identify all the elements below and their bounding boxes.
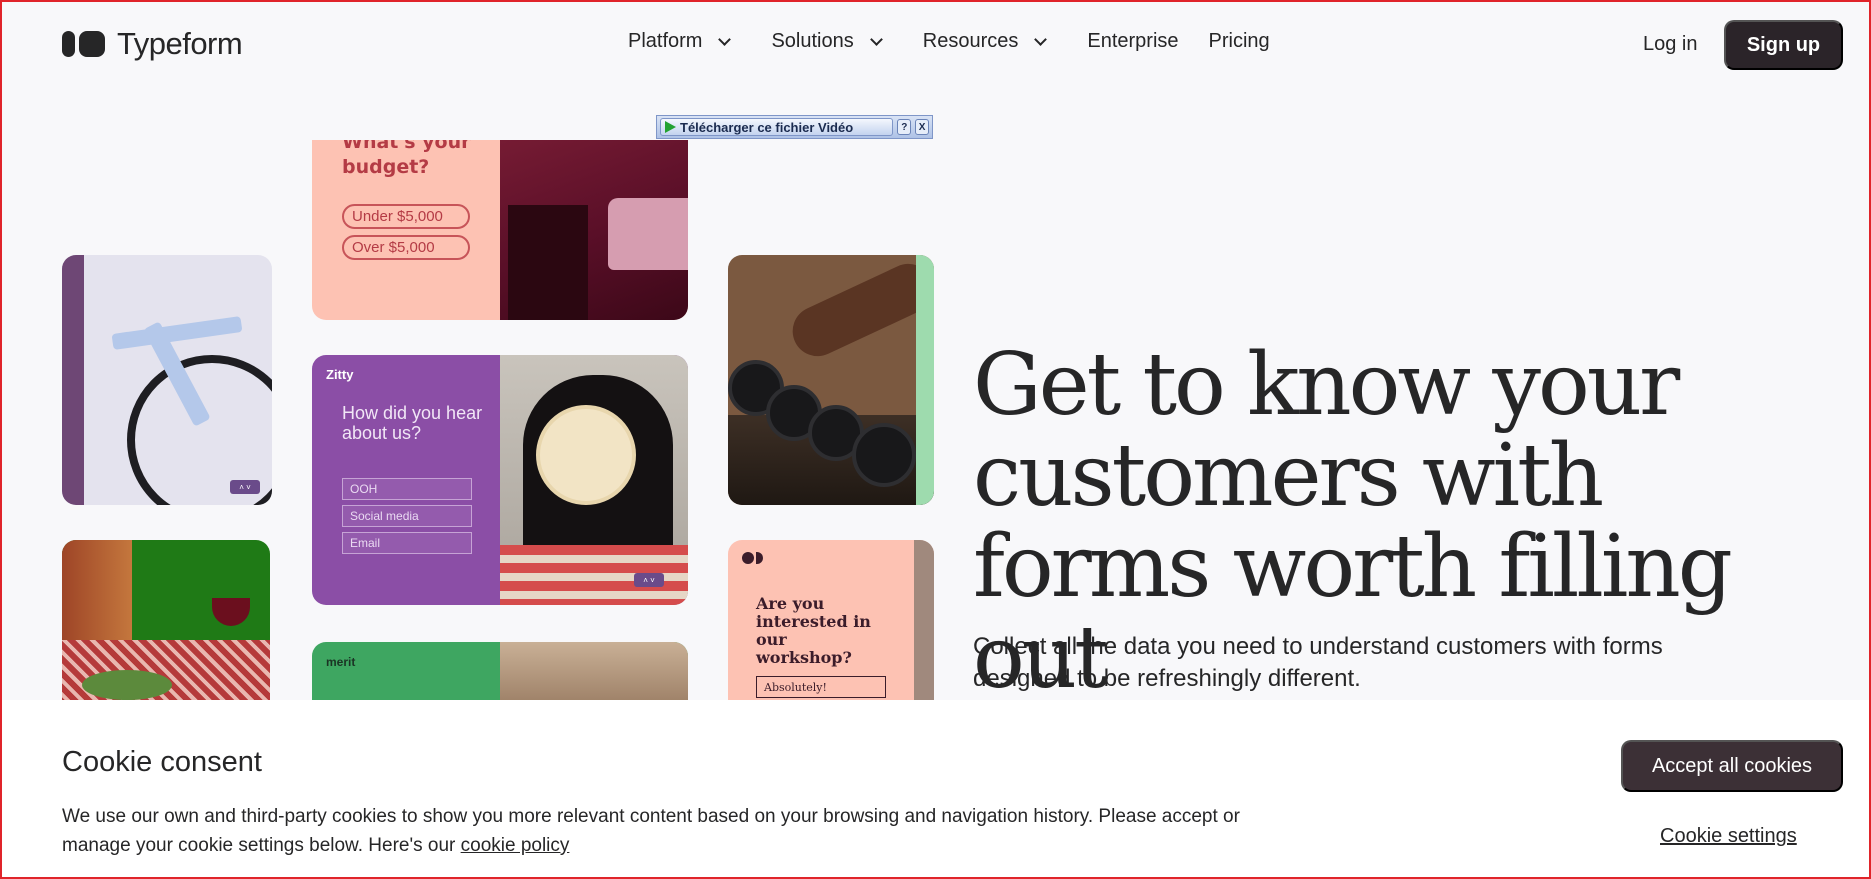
download-video-label: Télécharger ce fichier Vidéo [680, 119, 854, 135]
zitty-form-card: Zitty How did you hear about us? OOH Soc… [312, 355, 688, 605]
picnic-image-card [62, 540, 270, 700]
nav-platform[interactable]: Platform [628, 30, 732, 53]
wine-glass [212, 598, 250, 626]
nav-platform-label: Platform [628, 30, 703, 52]
nav-pricing[interactable]: Pricing [1209, 30, 1270, 53]
chevron-down-icon [1034, 32, 1048, 46]
budget-question: What's your budget? [342, 140, 471, 178]
budget-option: Under $5,000 [342, 204, 470, 229]
chevron-down-icon [869, 32, 883, 46]
workshop-answer: Absolutely! [756, 676, 886, 698]
salad-leaves [82, 670, 172, 700]
cookie-text: We use our own and third-party cookies t… [62, 802, 1262, 860]
close-button[interactable]: X [915, 119, 929, 135]
chevron-down-icon [718, 32, 732, 46]
site-header: Typeform Platform Solutions Resources En… [0, 0, 1871, 90]
cookie-description: We use our own and third-party cookies t… [62, 806, 1240, 856]
coffee-image [500, 642, 688, 700]
main-nav: Platform Solutions Resources Enterprise … [628, 30, 1300, 53]
bike-frame [111, 316, 243, 350]
nav-enterprise-label: Enterprise [1087, 30, 1179, 52]
gym-image-card [728, 255, 934, 505]
budget-form-card: What's your budget? Under $5,000 Over $5… [312, 140, 688, 320]
lollipop-shape [536, 405, 636, 505]
cookie-settings-link[interactable]: Cookie settings [1660, 825, 1797, 848]
dumbbell [852, 423, 916, 487]
video-download-bar: Télécharger ce fichier Vidéo ? X [656, 115, 933, 139]
help-button[interactable]: ? [897, 119, 912, 135]
budget-option: Over $5,000 [342, 235, 470, 260]
download-video-button[interactable]: Télécharger ce fichier Vidéo [660, 118, 894, 136]
card-stripe [916, 255, 934, 505]
typeform-logo[interactable]: Typeform [62, 26, 243, 62]
cookie-title: Cookie consent [62, 746, 262, 778]
card-stripe [62, 255, 84, 505]
bike-image-card: ˄ ˅ [62, 255, 272, 505]
play-icon [665, 121, 676, 133]
form-examples-collage: What's your budget? Under $5,000 Over $5… [62, 140, 934, 700]
merit-form-card: merit [312, 642, 688, 700]
nav-solutions[interactable]: Solutions [771, 30, 883, 53]
zitty-option: OOH [342, 478, 472, 500]
workshop-form-card: Are you interested in our workshop? Abso… [728, 540, 934, 700]
form-nav-arrows: ˄ ˅ [634, 573, 664, 587]
arm-shape [784, 255, 934, 365]
nav-enterprise[interactable]: Enterprise [1087, 30, 1178, 53]
cookie-policy-link[interactable]: cookie policy [461, 835, 570, 856]
signup-button[interactable]: Sign up [1724, 20, 1843, 70]
cookie-consent-banner: Cookie consent We use our own and third-… [0, 700, 1871, 879]
form-nav-arrows: ˄ ˅ [230, 480, 260, 494]
card-stripe [914, 540, 934, 700]
zitty-brand: Zitty [326, 367, 354, 382]
sofa-shape [608, 198, 688, 270]
logo-text: Typeform [117, 26, 243, 61]
nav-resources-label: Resources [922, 30, 1019, 52]
hero-subtitle: Collect all the data you need to underst… [973, 633, 1663, 692]
workshop-question: Are you interested in our workshop? [756, 594, 871, 667]
nav-solutions-label: Solutions [771, 30, 854, 52]
typeform-logo-icon [62, 31, 105, 57]
workshop-logo-icon [742, 552, 763, 564]
table-shape [508, 205, 588, 320]
nav-pricing-label: Pricing [1208, 30, 1270, 52]
login-link[interactable]: Log in [1643, 33, 1698, 56]
zitty-option: Email [342, 532, 472, 554]
accept-all-cookies-button[interactable]: Accept all cookies [1621, 740, 1843, 792]
zitty-option: Social media [342, 505, 472, 527]
zitty-question: How did you hear about us? [342, 403, 483, 443]
merit-brand: merit [326, 655, 356, 669]
nav-resources[interactable]: Resources [922, 30, 1048, 53]
